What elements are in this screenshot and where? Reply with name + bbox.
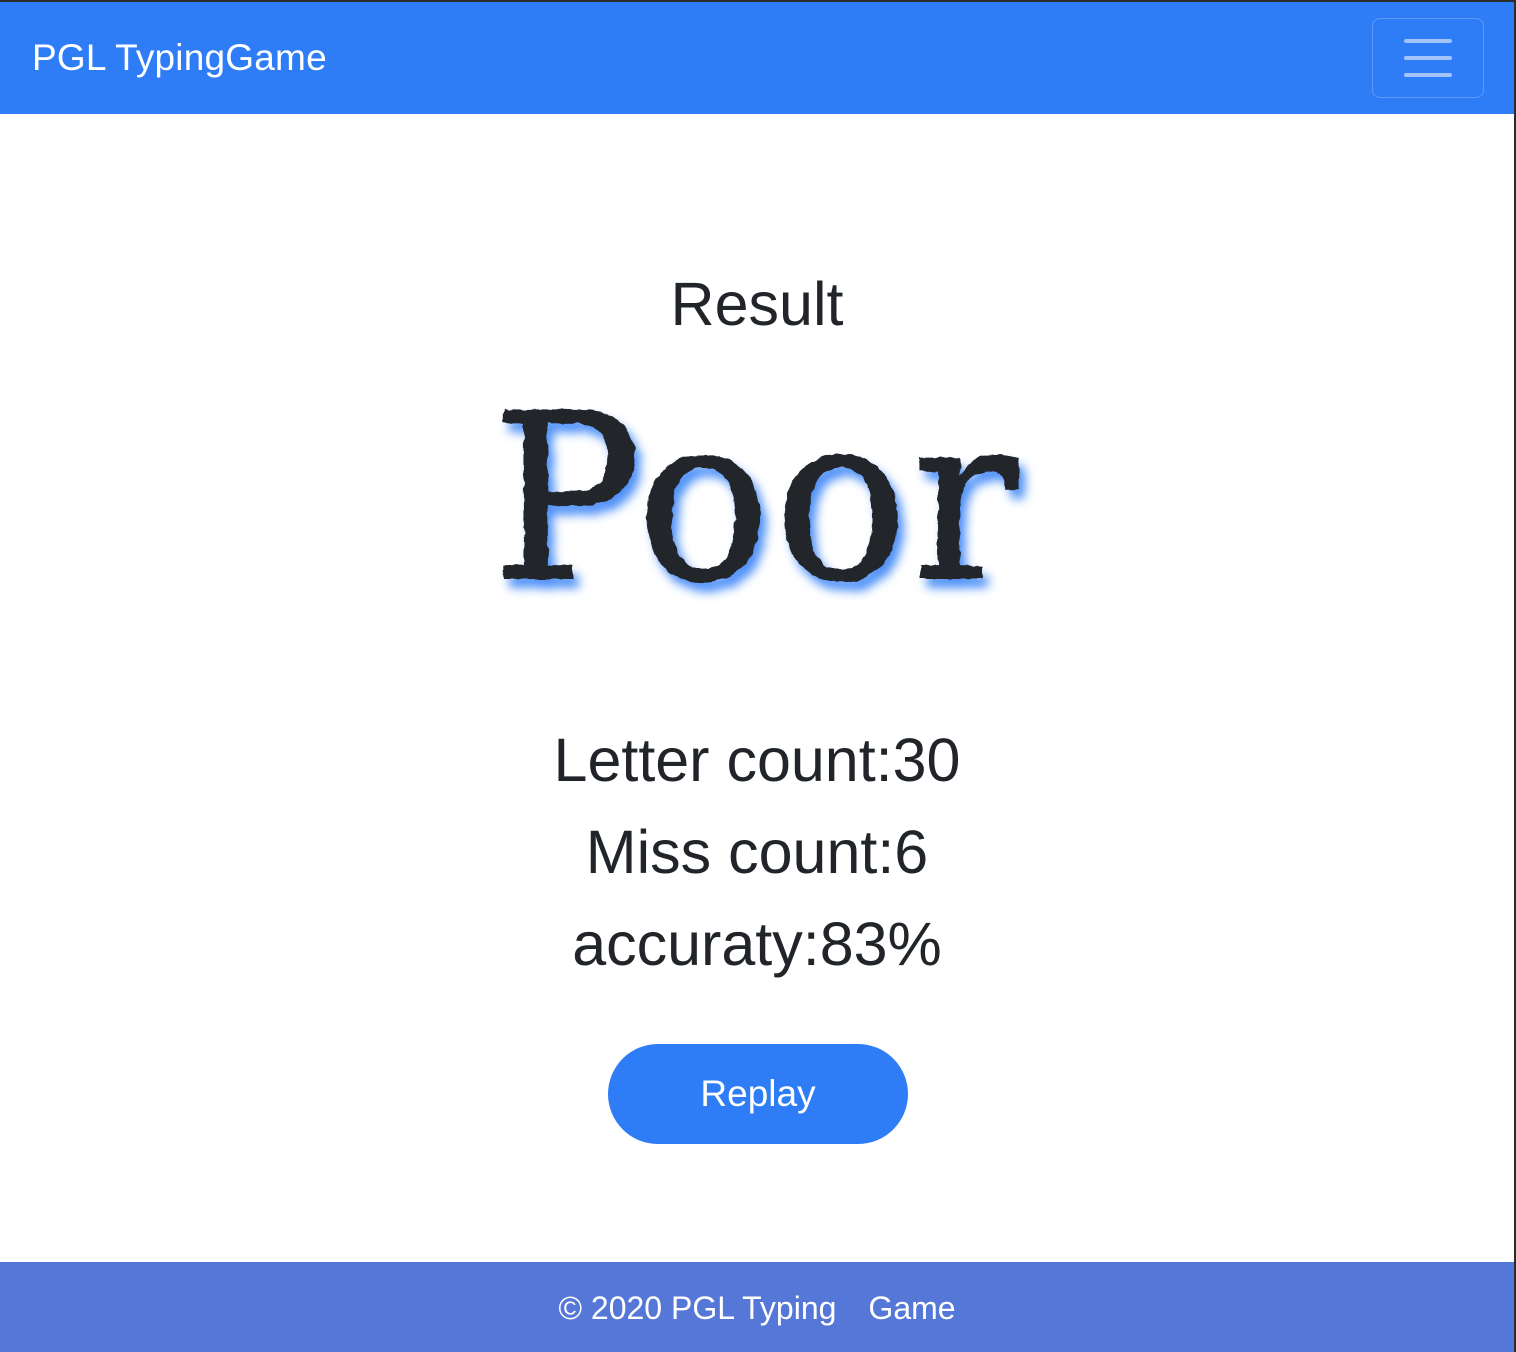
hamburger-menu-icon-bar bbox=[1404, 73, 1452, 77]
footer: © 2020 PGL Typing Game bbox=[0, 1262, 1514, 1352]
footer-game-text: Game bbox=[868, 1289, 956, 1326]
replay-container: Replay bbox=[0, 1044, 1514, 1144]
result-heading: Result bbox=[670, 270, 844, 338]
letter-count-text: Letter count:30 bbox=[553, 726, 961, 794]
app-window: PGL TypingGame Result Poor Letter count:… bbox=[0, 0, 1516, 1352]
menu-toggle-button[interactable] bbox=[1372, 18, 1484, 98]
hamburger-menu-icon-bar bbox=[1404, 56, 1452, 60]
footer-copyright: © 2020 PGL Typing bbox=[558, 1289, 837, 1326]
navbar: PGL TypingGame bbox=[0, 2, 1514, 114]
miss-count-text: Miss count:6 bbox=[585, 818, 929, 886]
grade-display: Poor bbox=[0, 365, 1514, 634]
grade-label: Poor bbox=[492, 366, 1022, 633]
accuracy-text: accuraty:83% bbox=[572, 910, 942, 978]
stats-list: Letter count:30 Miss count:6 accuraty:83… bbox=[0, 714, 1514, 990]
grade-text: Poor bbox=[491, 365, 1019, 634]
brand-link[interactable]: PGL TypingGame bbox=[32, 37, 327, 79]
hamburger-menu-icon bbox=[1404, 39, 1452, 43]
result-panel: Result Poor Letter count:30 Miss count:6… bbox=[0, 114, 1514, 1262]
replay-button[interactable]: Replay bbox=[608, 1044, 908, 1144]
